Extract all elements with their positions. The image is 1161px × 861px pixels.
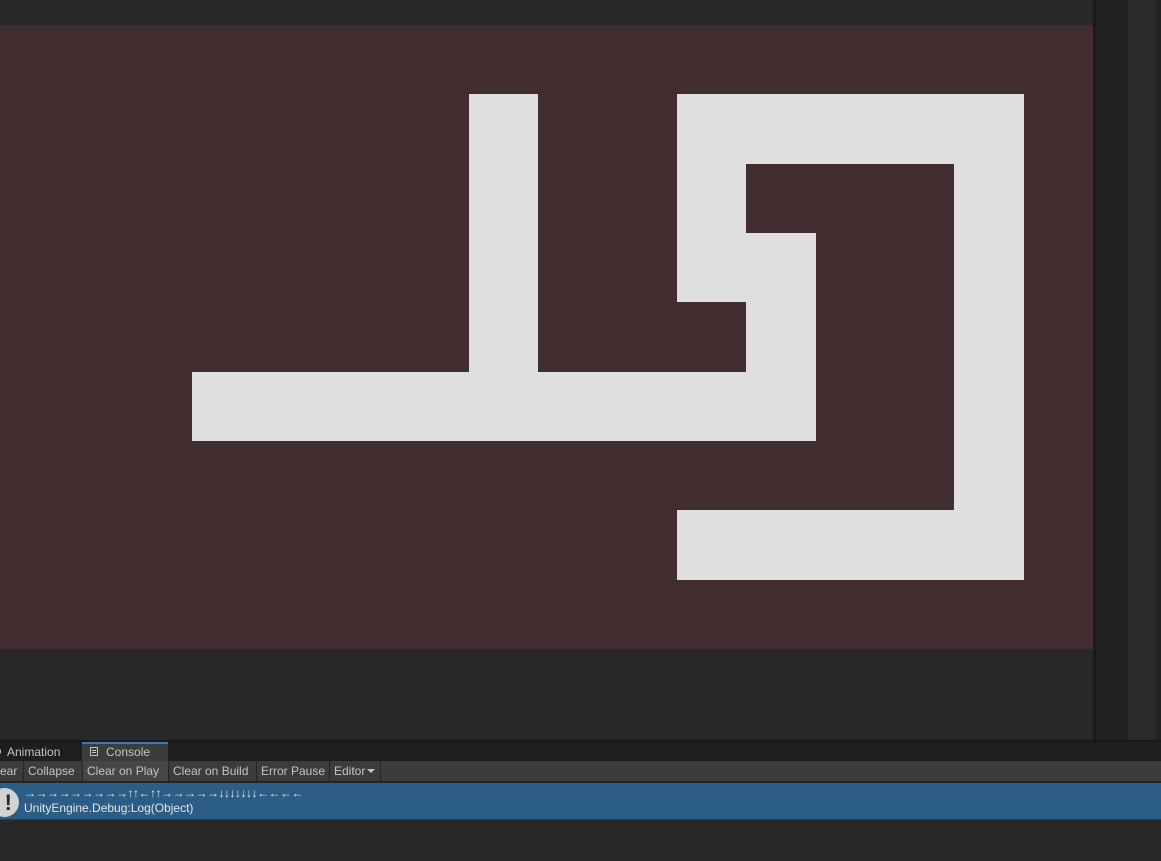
error-pause-toggle[interactable]: Error Pause — [257, 761, 330, 781]
clear-on-play-toggle[interactable]: Clear on Play — [83, 761, 169, 781]
animation-icon — [0, 747, 1, 756]
maze-wall — [469, 94, 538, 441]
maze-wall — [954, 94, 1024, 580]
maze-wall — [677, 510, 1024, 580]
editor-dropdown[interactable]: Editor — [330, 761, 381, 781]
info-icon-glyph: ! — [4, 790, 12, 815]
console-icon — [90, 747, 98, 756]
clear-on-build-toggle[interactable]: Clear on Build — [169, 761, 257, 781]
tab-animation-label: Animation — [7, 745, 61, 759]
info-icon: ! — [0, 788, 19, 817]
game-view[interactable] — [0, 25, 1093, 649]
unity-editor: Animation Console ear Collapse Clear on … — [0, 0, 1161, 861]
tab-console-label: Console — [106, 745, 151, 759]
log-entry[interactable]: ! →→→→→→→→→↑↑←↑↑→→→→→↓↓↓↓↓↓↓←←←← UnityEn… — [0, 783, 1161, 820]
tab-console[interactable]: Console — [82, 742, 168, 761]
game-view-margin — [0, 649, 1094, 740]
log-stack-trace: UnityEngine.Debug:Log(Object) — [24, 801, 194, 815]
bottom-tab-strip: Animation Console — [0, 742, 1161, 761]
clear-button[interactable]: ear — [0, 761, 24, 781]
tab-animation[interactable]: Animation — [0, 742, 80, 761]
console-toolbar: ear Collapse Clear on Play Clear on Buil… — [0, 761, 1161, 782]
editor-dropdown-label: Editor — [334, 764, 366, 778]
inspector-scroll-area — [1128, 0, 1156, 740]
game-view-toolbar — [0, 0, 1094, 25]
console-log-list: ! →→→→→→→→→↑↑←↑↑→→→→→↓↓↓↓↓↓↓←←←← UnityEn… — [0, 782, 1161, 861]
collapse-toggle[interactable]: Collapse — [24, 761, 83, 781]
chevron-down-icon — [367, 769, 375, 773]
log-message: →→→→→→→→→↑↑←↑↑→→→→→↓↓↓↓↓↓↓←←←← — [24, 786, 304, 800]
